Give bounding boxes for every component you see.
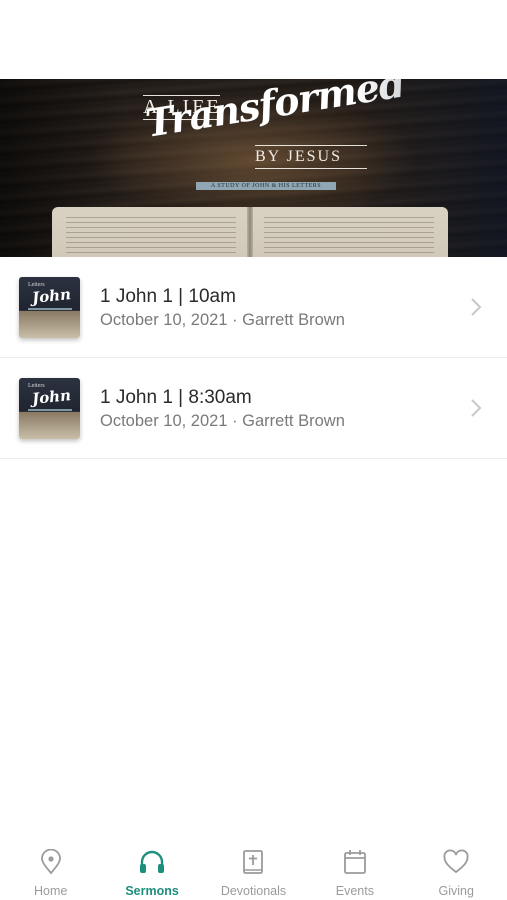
sermon-row[interactable]: Letters John 1 John 1 | 8:30am October 1… bbox=[0, 358, 507, 459]
tab-label: Devotionals bbox=[220, 884, 287, 898]
hero-subtitle: A STUDY OF JOHN & HIS LETTERS bbox=[196, 182, 336, 190]
headphones-icon bbox=[140, 850, 165, 873]
bottom-tab-bar: Home Sermons Devotionals Events Giving bbox=[0, 836, 507, 900]
tab-label: Events bbox=[335, 884, 374, 898]
sermon-row[interactable]: Letters John 1 John 1 | 10am October 10,… bbox=[0, 257, 507, 358]
tab-devotionals[interactable]: Devotionals bbox=[203, 836, 304, 900]
chevron-right-icon bbox=[471, 298, 482, 316]
bible-icon bbox=[243, 850, 264, 874]
hero-title-line2: Transformed bbox=[142, 79, 408, 146]
tab-giving[interactable]: Giving bbox=[406, 836, 507, 900]
series-hero-banner: A LIFE Transformed BY JESUS A STUDY OF J… bbox=[0, 79, 507, 257]
chevron-right-icon bbox=[471, 399, 482, 417]
thumbnail-john-text: John bbox=[31, 386, 72, 408]
tab-home[interactable]: Home bbox=[0, 836, 101, 900]
thumbnail-john-text: John bbox=[31, 285, 72, 307]
tab-label: Home bbox=[34, 884, 68, 898]
sermon-list: Letters John 1 John 1 | 10am October 10,… bbox=[0, 257, 507, 459]
tab-label: Giving bbox=[438, 884, 474, 898]
sermon-date-speaker: October 10, 2021 · Garrett Brown bbox=[100, 311, 345, 329]
sermon-thumbnail: Letters John bbox=[19, 378, 80, 439]
hero-rule-bottom bbox=[255, 168, 367, 169]
open-bible-image bbox=[52, 207, 448, 257]
tab-events[interactable]: Events bbox=[304, 836, 405, 900]
heart-icon bbox=[443, 849, 469, 874]
sermon-title: 1 John 1 | 8:30am bbox=[100, 387, 252, 408]
tab-label: Sermons bbox=[125, 884, 179, 898]
hero-title-line3: BY JESUS bbox=[255, 148, 342, 165]
status-bar bbox=[0, 0, 507, 80]
location-pin-icon bbox=[40, 849, 61, 875]
calendar-icon bbox=[343, 850, 366, 874]
sermon-date-speaker: October 10, 2021 · Garrett Brown bbox=[100, 412, 345, 430]
sermon-title: 1 John 1 | 10am bbox=[100, 286, 236, 307]
hero-rule-by bbox=[255, 145, 367, 146]
tab-sermons[interactable]: Sermons bbox=[101, 836, 202, 900]
sermon-thumbnail: Letters John bbox=[19, 277, 80, 338]
